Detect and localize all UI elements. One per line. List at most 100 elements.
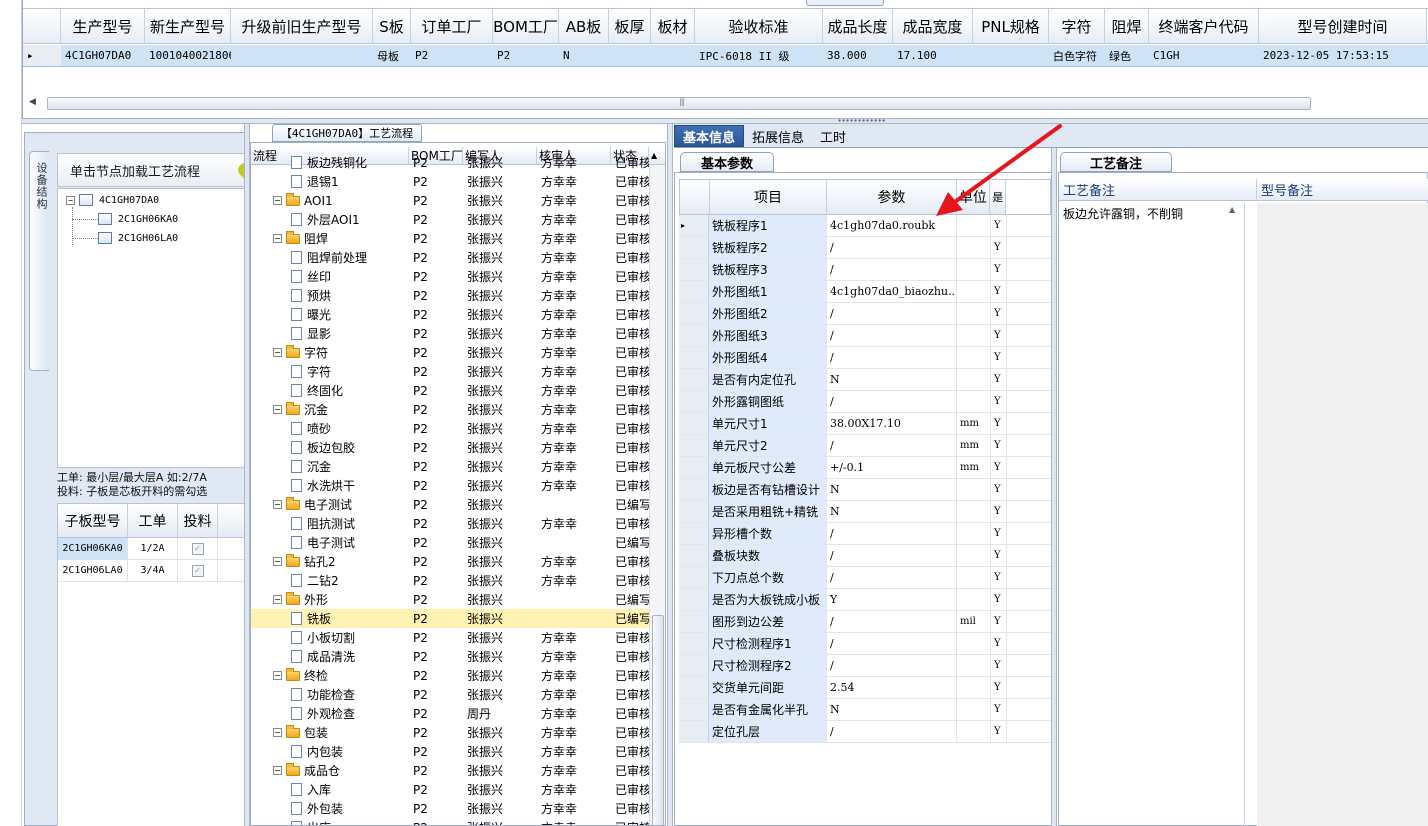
process-bom-cell[interactable]: P2 — [409, 172, 463, 191]
process-reviewer-cell[interactable]: 方幸幸 — [537, 400, 611, 419]
param-flag-cell[interactable]: Y — [991, 699, 1007, 720]
param-unit-cell[interactable] — [957, 347, 991, 368]
param-row[interactable]: 尺寸检测程序2/ Y — [679, 655, 1051, 677]
vertical-splitter-right[interactable] — [1051, 148, 1057, 826]
param-unit-cell[interactable] — [957, 479, 991, 500]
param-value-cell[interactable]: Y — [827, 589, 957, 610]
process-status-cell[interactable]: 已审核 — [611, 799, 649, 818]
process-vscroll[interactable] — [649, 165, 665, 825]
process-row[interactable]: 曝光 P2 张振兴 方幸幸 已审核 — [251, 305, 649, 324]
process-writer-cell[interactable]: 张振兴 — [463, 571, 537, 590]
param-unit-cell[interactable]: mm — [957, 435, 991, 456]
process-bom-cell[interactable]: P2 — [409, 476, 463, 495]
process-writer-cell[interactable]: 张振兴 — [463, 267, 537, 286]
param-item-cell[interactable]: 下刀点总个数 — [709, 567, 827, 588]
process-reviewer-cell[interactable]: 方幸幸 — [537, 818, 611, 825]
col-header[interactable]: 工单 — [128, 504, 178, 537]
param-unit-cell[interactable] — [957, 325, 991, 346]
process-row[interactable]: − 沉金 P2 张振兴 方幸幸 已审核 — [251, 400, 649, 419]
process-status-cell[interactable]: 已审核 — [611, 381, 649, 400]
process-row[interactable]: 阻抗测试 P2 张振兴 方幸幸 已审核 — [251, 514, 649, 533]
col-header[interactable]: 参数 — [827, 180, 957, 214]
process-row[interactable]: 终固化 P2 张振兴 方幸幸 已审核 — [251, 381, 649, 400]
vscroll-thumb[interactable] — [652, 615, 664, 825]
col-header[interactable]: 型号备注 — [1257, 179, 1428, 200]
col-header[interactable]: AB板 — [559, 9, 609, 43]
process-reviewer-cell[interactable]: 方幸幸 — [537, 324, 611, 343]
param-flag-cell[interactable]: Y — [991, 633, 1007, 654]
vertical-splitter-mid[interactable] — [667, 124, 673, 826]
process-writer-cell[interactable]: 张振兴 — [463, 343, 537, 362]
col-header[interactable]: 型号创建时间 — [1259, 9, 1427, 43]
process-name-cell[interactable]: 外层AOI1 — [251, 210, 409, 229]
param-value-cell[interactable]: / — [827, 567, 957, 588]
param-row[interactable]: 外形露铜图纸 / Y — [679, 391, 1051, 413]
process-writer-cell[interactable]: 张振兴 — [463, 229, 537, 248]
process-status-cell[interactable]: 已审核 — [611, 286, 649, 305]
param-unit-cell[interactable] — [957, 699, 991, 720]
grid-cell[interactable]: IPC-6018 II 级 — [695, 45, 823, 66]
process-status-cell[interactable]: 已审核 — [611, 666, 649, 685]
process-writer-cell[interactable]: 张振兴 — [463, 514, 537, 533]
param-item-cell[interactable]: 外形图纸2 — [709, 303, 827, 324]
process-reviewer-cell[interactable]: 方幸幸 — [537, 438, 611, 457]
process-name-cell[interactable]: 成品清洗 — [251, 647, 409, 666]
process-writer-cell[interactable]: 张振兴 — [463, 248, 537, 267]
process-reviewer-cell[interactable]: 方幸幸 — [537, 419, 611, 438]
col-header[interactable]: 成品宽度 — [893, 9, 973, 43]
col-header[interactable]: 生产型号 — [61, 9, 145, 43]
process-reviewer-cell[interactable]: 方幸幸 — [537, 780, 611, 799]
product-grid-hscroll[interactable]: ◀ ||| — [29, 96, 1421, 110]
process-reviewer-cell[interactable]: 方幸幸 — [537, 666, 611, 685]
param-flag-cell[interactable]: Y — [991, 413, 1007, 434]
process-reviewer-cell[interactable]: 方幸幸 — [537, 248, 611, 267]
param-row[interactable]: ▸ 铣板程序1 4c1gh07da0.roubk Y — [679, 215, 1051, 237]
param-value-cell[interactable]: / — [827, 259, 957, 280]
process-writer-cell[interactable]: 张振兴 — [463, 495, 537, 514]
param-flag-cell[interactable]: Y — [991, 501, 1007, 522]
process-status-cell[interactable]: 已审核 — [611, 723, 649, 742]
process-note-field[interactable]: 板边允许露铜，不削铜 — [1059, 203, 1245, 826]
process-writer-cell[interactable]: 张振兴 — [463, 590, 537, 609]
tab-extended-info[interactable]: 拓展信息 — [744, 125, 812, 147]
col-header[interactable]: 工艺备注 — [1059, 179, 1257, 200]
param-unit-cell[interactable] — [957, 545, 991, 566]
process-bom-cell[interactable]: P2 — [409, 685, 463, 704]
param-unit-cell[interactable] — [957, 303, 991, 324]
process-reviewer-cell[interactable]: 方幸幸 — [537, 172, 611, 191]
param-value-cell[interactable]: / — [827, 237, 957, 258]
product-grid-row[interactable]: ▸4C1GH07DA010010400218069母板P2P2NIPC-6018… — [23, 45, 1428, 67]
process-name-cell[interactable]: 板边包胶 — [251, 438, 409, 457]
param-unit-cell[interactable] — [957, 633, 991, 654]
process-bom-cell[interactable]: P2 — [409, 324, 463, 343]
param-unit-cell[interactable] — [957, 281, 991, 302]
process-status-cell[interactable]: 已审核 — [611, 362, 649, 381]
param-value-cell[interactable]: / — [827, 303, 957, 324]
col-header[interactable]: 订单工厂 — [411, 9, 493, 43]
process-reviewer-cell[interactable]: 方幸幸 — [537, 514, 611, 533]
process-status-cell[interactable]: 已编写 — [611, 590, 649, 609]
process-status-cell[interactable]: 已审核 — [611, 647, 649, 666]
param-row[interactable]: 外形图纸1 4c1gh07da0_biaozhu... Y — [679, 281, 1051, 303]
col-header[interactable]: 板厚 — [609, 9, 651, 43]
param-unit-cell[interactable] — [957, 655, 991, 676]
param-flag-cell[interactable]: Y — [991, 259, 1007, 280]
process-status-cell[interactable]: 已审核 — [611, 400, 649, 419]
cell-order[interactable]: 3/4A — [128, 560, 178, 581]
param-item-cell[interactable]: 图形到边公差 — [709, 611, 827, 632]
param-item-cell[interactable]: 是否有内定位孔 — [709, 369, 827, 390]
grid-cell[interactable]: P2 — [493, 45, 559, 66]
col-header[interactable]: 板材 — [651, 9, 695, 43]
col-header[interactable]: 验收标准 — [695, 9, 823, 43]
process-reviewer-cell[interactable]: 方幸幸 — [537, 647, 611, 666]
param-value-cell[interactable]: / — [827, 523, 957, 544]
process-row[interactable]: 预烘 P2 张振兴 方幸幸 已审核 — [251, 286, 649, 305]
param-value-cell[interactable]: / — [827, 325, 957, 346]
process-row[interactable]: 喷砂 P2 张振兴 方幸幸 已审核 — [251, 419, 649, 438]
process-row[interactable]: 外观检查 P2 周丹 方幸幸 已审核 — [251, 704, 649, 723]
col-header[interactable]: 成品长度 — [823, 9, 893, 43]
process-writer-cell[interactable]: 张振兴 — [463, 552, 537, 571]
process-name-cell[interactable]: 曝光 — [251, 305, 409, 324]
param-item-cell[interactable]: 叠板块数 — [709, 545, 827, 566]
process-reviewer-cell[interactable]: 方幸幸 — [537, 723, 611, 742]
